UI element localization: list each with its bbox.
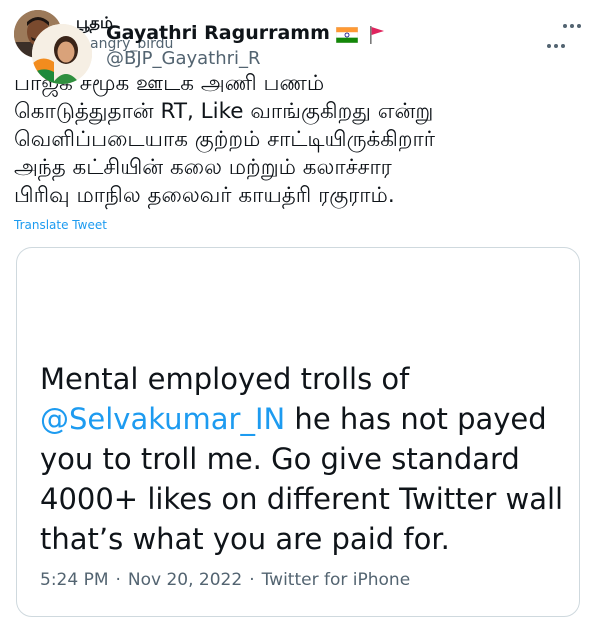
tweet-line: பாஜக சமூக ஊடக அணி பணம் (14, 71, 325, 96)
tweet-time[interactable]: 5:24 PM (40, 570, 109, 590)
meta-separator: · (115, 570, 121, 590)
tweet-line: அந்த கட்சியின் கலை மற்றும் கலாச்சார (14, 155, 392, 180)
quoted-tweet-text: Mental employed trolls of @Selvakumar_IN… (40, 359, 580, 559)
quoted-avatar-image (32, 24, 92, 84)
quoted-line: 4000+ likes on different Twitter wall (40, 482, 564, 516)
more-dots-icon[interactable] (544, 38, 568, 52)
tweet-text: பாஜக சமூக ஊடக அணி பணம் கொடுத்துதான் RT, … (14, 70, 586, 210)
quoted-line: Mental employed trolls of (40, 362, 410, 396)
quoted-author-handle[interactable]: @BJP_Gayathri_R (106, 48, 261, 69)
tweet-date[interactable]: Nov 20, 2022 (128, 570, 242, 590)
name-flags (335, 25, 386, 49)
tweet-source[interactable]: Twitter for iPhone (262, 570, 411, 590)
quoted-author-avatar[interactable] (32, 24, 92, 84)
tweet-line: வெளிப்படையாக குற்றம் சாட்டியிருக்கிறார் (14, 127, 435, 152)
red-flag-icon (368, 25, 386, 49)
quoted-author-name[interactable]: Gayathri Ragurramm (106, 22, 330, 44)
tweet-line: கொடுத்துதான் RT, Like வாங்குகிறது என்று (14, 99, 434, 124)
quoted-line: @Selvakumar_IN he has not payed (40, 399, 580, 439)
india-flag-icon (335, 26, 359, 47)
quoted-line: that’s what you are paid for. (40, 522, 450, 556)
quoted-line: you to troll me. Go give standard (40, 442, 520, 476)
mention-link[interactable]: @Selvakumar_IN (40, 402, 285, 436)
tweet-line: பிரிவு மாநில தலைவர் காயத்ரி ரகுராம். (14, 183, 395, 208)
quoted-line-rest: he has not payed (285, 402, 547, 436)
more-dots-icon[interactable] (560, 18, 584, 32)
tweet-metadata: 5:24 PM · Nov 20, 2022 · Twitter for iPhone (40, 570, 410, 590)
meta-separator: · (249, 570, 255, 590)
translate-tweet-link[interactable]: Translate Tweet (14, 218, 107, 232)
